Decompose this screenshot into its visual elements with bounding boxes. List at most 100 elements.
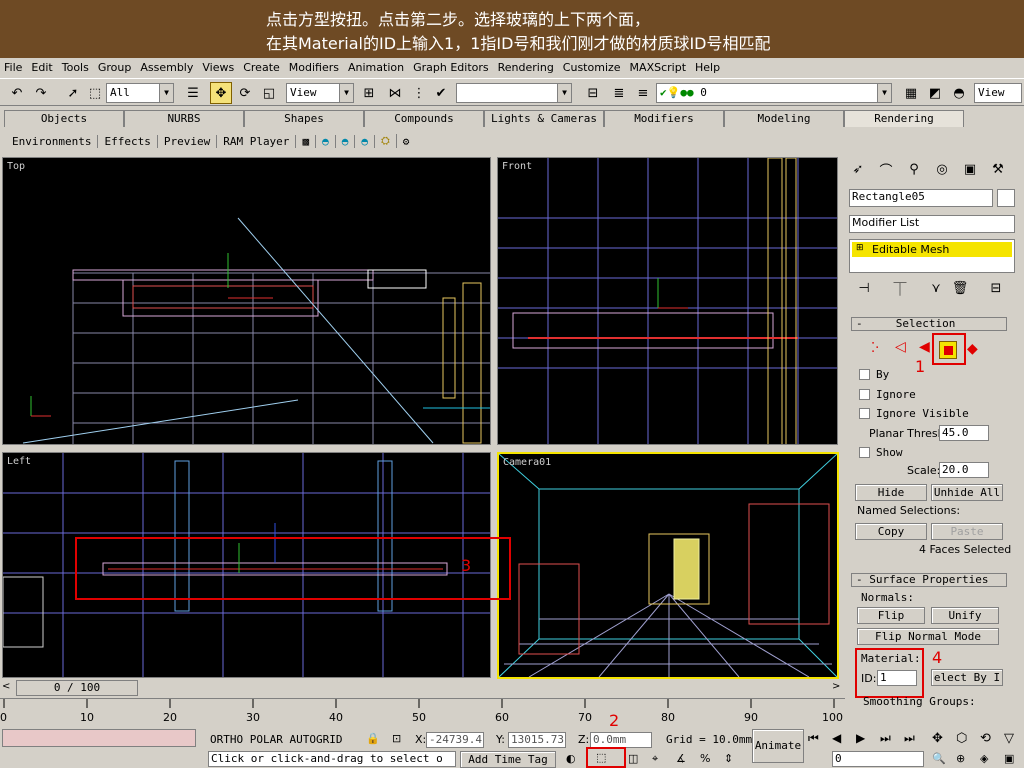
remove-modifier-icon[interactable]: 🗑 bbox=[949, 277, 971, 299]
current-frame-field[interactable]: 0 bbox=[832, 751, 924, 767]
region-select-icon[interactable]: ⬚ bbox=[84, 82, 106, 104]
time-slider[interactable]: < 0 / 100 > bbox=[0, 680, 845, 697]
rotate-icon[interactable]: ⟳ bbox=[234, 82, 256, 104]
named-selection-dropdown[interactable]: ▼ bbox=[456, 83, 572, 103]
layer-dropdown[interactable]: ✔💡●● 0 ▼ bbox=[656, 83, 892, 103]
effects-button[interactable]: Effects bbox=[98, 134, 158, 148]
next-key-icon[interactable]: ⏭ bbox=[880, 731, 891, 746]
goto-start-icon[interactable]: ⏮ bbox=[808, 731, 819, 746]
named-sel-edit-icon[interactable]: ⊟ bbox=[582, 82, 604, 104]
flip-normal-mode-button[interactable]: Flip Normal Mode bbox=[857, 628, 999, 645]
modify-tab-icon[interactable]: ⌒ bbox=[875, 158, 897, 180]
tab-shapes[interactable]: Shapes bbox=[244, 110, 364, 127]
layer-manager-icon[interactable]: ≣ bbox=[608, 82, 630, 104]
element-subobject-icon[interactable]: ◆ bbox=[967, 341, 978, 357]
preview-button[interactable]: Preview bbox=[158, 134, 218, 148]
maximize-viewport-icon[interactable]: ▣ bbox=[1004, 752, 1014, 765]
menu-views[interactable]: Views bbox=[202, 61, 234, 74]
track-bar[interactable]: 0 10 20 30 40 50 60 70 80 90 100 bbox=[0, 698, 845, 726]
menu-customize[interactable]: Customize bbox=[563, 61, 621, 74]
zoom-all-icon[interactable]: ⊕ bbox=[956, 752, 965, 765]
render-frame-icon[interactable]: ◩ bbox=[924, 82, 946, 104]
display-tab-icon[interactable]: ▣ bbox=[959, 158, 981, 180]
percent-snap-icon[interactable]: % bbox=[700, 752, 710, 765]
walk-icon[interactable]: ◈ bbox=[980, 752, 988, 765]
ref-coord-dropdown[interactable]: View ▼ bbox=[286, 83, 354, 103]
menu-file[interactable]: File bbox=[4, 61, 22, 74]
next-frame-icon[interactable]: > bbox=[832, 681, 840, 692]
goto-end-icon[interactable]: ⏭ bbox=[904, 731, 915, 746]
prev-key-icon[interactable]: ◀ bbox=[832, 731, 841, 745]
menu-maxscript[interactable]: MAXScript bbox=[630, 61, 686, 74]
menu-rendering[interactable]: Rendering bbox=[498, 61, 554, 74]
environments-button[interactable]: Environments bbox=[6, 134, 99, 148]
modifier-list-dropdown[interactable]: Modifier List bbox=[849, 215, 1015, 233]
zoom-extents-icon[interactable]: ⬡ bbox=[956, 731, 967, 746]
z-coord-field[interactable]: 0.0mm bbox=[590, 732, 652, 748]
tab-rendering[interactable]: Rendering bbox=[844, 110, 964, 127]
redo-icon[interactable]: ↷ bbox=[30, 82, 52, 104]
utilities-tab-icon[interactable]: ⚒ bbox=[987, 158, 1009, 180]
play-icon[interactable]: ▶ bbox=[856, 731, 865, 745]
arc-rotate-icon[interactable]: ⟲ bbox=[980, 731, 991, 746]
mirror-icon[interactable]: ⋈ bbox=[384, 82, 406, 104]
menu-assembly[interactable]: Assembly bbox=[140, 61, 193, 74]
ignore-backfaces-checkbox[interactable] bbox=[859, 389, 870, 400]
select-arrow-icon[interactable]: ➚ bbox=[62, 82, 84, 104]
select-by-name-icon[interactable]: ☰ bbox=[182, 82, 204, 104]
menu-create[interactable]: Create bbox=[243, 61, 280, 74]
create-tab-icon[interactable]: ➶ bbox=[847, 158, 869, 180]
copy-button[interactable]: Copy bbox=[855, 523, 927, 540]
degradation-icon[interactable]: ◫ bbox=[628, 752, 638, 765]
unify-button[interactable]: Unify bbox=[931, 607, 999, 624]
show-normals-checkbox[interactable] bbox=[859, 447, 870, 458]
scale-icon[interactable]: ◱ bbox=[258, 82, 280, 104]
vertex-subobject-icon[interactable]: ⁚· bbox=[871, 341, 879, 356]
hierarchy-tab-icon[interactable]: ⚲ bbox=[903, 158, 925, 180]
render-setup-icon[interactable]: ▦ bbox=[900, 82, 922, 104]
face-subobject-icon[interactable]: ◀ bbox=[919, 339, 930, 355]
tab-lights-cameras[interactable]: Lights & Cameras bbox=[484, 110, 604, 127]
selection-rollout-header[interactable]: - Selection bbox=[851, 317, 1007, 331]
teapot-render-2-icon[interactable]: ◓ bbox=[336, 134, 356, 148]
pivot-icon[interactable]: ⊞ bbox=[358, 82, 380, 104]
menu-graph-editors[interactable]: Graph Editors bbox=[413, 61, 489, 74]
render-view-dropdown[interactable]: View bbox=[974, 83, 1022, 103]
absolute-mode-icon[interactable]: ⊡ bbox=[392, 732, 401, 745]
tab-objects[interactable]: Objects bbox=[4, 110, 124, 127]
y-coord-field[interactable]: 13015.73 bbox=[508, 732, 566, 748]
checker-icon[interactable]: ▩ bbox=[296, 134, 317, 148]
pan-icon[interactable]: ✥ bbox=[932, 731, 943, 746]
pin-stack-icon[interactable]: ⊣ bbox=[853, 277, 875, 299]
object-color-swatch[interactable] bbox=[997, 189, 1015, 207]
selection-filter-dropdown[interactable]: All ▼ bbox=[106, 83, 174, 103]
show-end-result-icon[interactable]: ⏉ bbox=[889, 277, 911, 299]
snap-check-icon[interactable]: ✔ bbox=[430, 82, 452, 104]
lock-icon[interactable]: 🔒 bbox=[366, 732, 380, 745]
menu-modifiers[interactable]: Modifiers bbox=[289, 61, 339, 74]
menu-edit[interactable]: Edit bbox=[31, 61, 52, 74]
quick-render-icon[interactable]: ◓ bbox=[948, 82, 970, 104]
menu-animation[interactable]: Animation bbox=[348, 61, 404, 74]
gear-icon[interactable]: ⚙ bbox=[397, 135, 416, 148]
time-slider-thumb[interactable]: 0 / 100 bbox=[16, 680, 138, 696]
layer-list-icon[interactable]: ≡ bbox=[632, 82, 654, 104]
flip-button[interactable]: Flip bbox=[857, 607, 925, 624]
teapot-render-3-icon[interactable]: ◓ bbox=[355, 134, 375, 148]
menu-tools[interactable]: Tools bbox=[62, 61, 89, 74]
viewport-top[interactable]: Top bbox=[2, 157, 491, 445]
snap-icon[interactable]: ⌖ bbox=[652, 752, 658, 766]
snap-toggles[interactable]: ORTHO POLAR AUTOGRID bbox=[210, 733, 342, 746]
tab-modeling[interactable]: Modeling bbox=[724, 110, 844, 127]
configure-sets-icon[interactable]: ⊟ bbox=[985, 277, 1007, 299]
viewport-front[interactable]: Front bbox=[497, 157, 838, 445]
ram-player-button[interactable]: RAM Player bbox=[217, 134, 297, 148]
planar-thresh-spinner[interactable]: 45.0 bbox=[939, 425, 989, 441]
ignore-visible-checkbox[interactable] bbox=[859, 408, 870, 419]
select-by-id-button[interactable]: elect By I bbox=[931, 669, 1003, 686]
tab-nurbs[interactable]: NURBS bbox=[124, 110, 244, 127]
prev-frame-icon[interactable]: < bbox=[2, 681, 10, 692]
spinner-snap-icon[interactable]: ⇕ bbox=[724, 752, 733, 765]
align-icon[interactable]: ⋮ bbox=[408, 82, 430, 104]
animate-button[interactable]: Animate bbox=[752, 729, 804, 763]
